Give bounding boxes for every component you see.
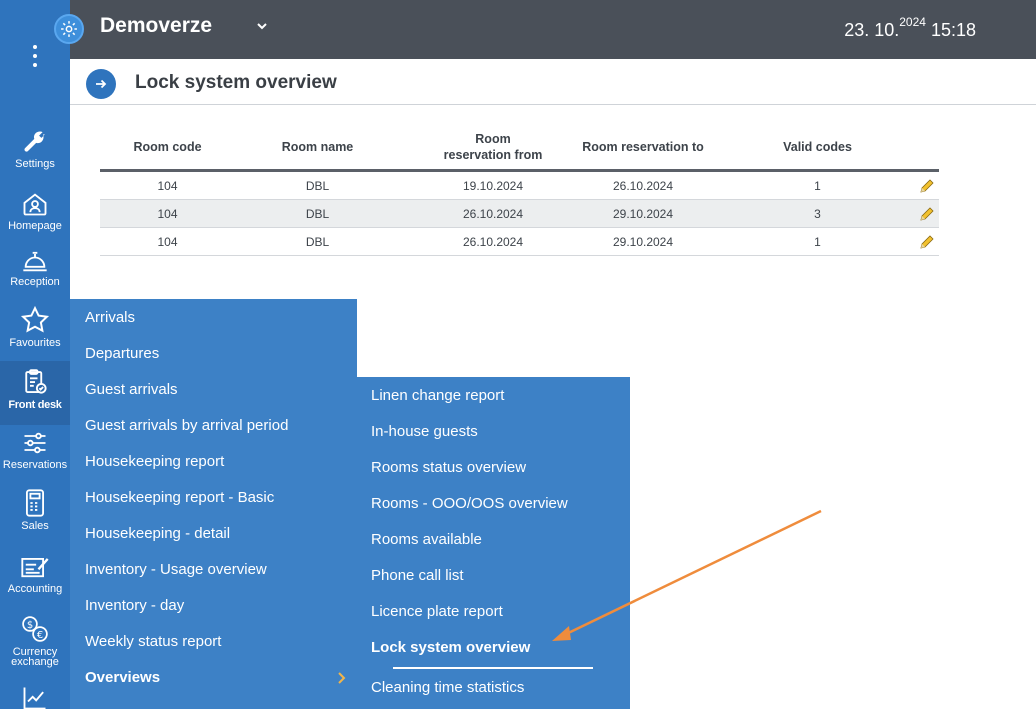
- svg-text:€: €: [37, 630, 43, 641]
- front-desk-menu: Arrivals Departures Guest arrivals Guest…: [70, 299, 357, 709]
- cell-room-name: DBL: [305, 206, 330, 221]
- menu-item-departures[interactable]: Departures: [85, 345, 159, 362]
- cell-to: 29.10.2024: [612, 206, 674, 221]
- table-row[interactable]: 104 DBL 19.10.2024 26.10.2024 1: [100, 172, 939, 200]
- sidebar: Settings Homepage Reception Favourites F…: [0, 0, 70, 709]
- cell-from: 26.10.2024: [462, 234, 524, 249]
- chart-icon: [23, 687, 46, 709]
- page-header: Lock system overview: [70, 59, 1036, 105]
- chevron-right-icon: [338, 672, 346, 684]
- menu-item-guest-arrivals[interactable]: Guest arrivals: [85, 381, 178, 398]
- table-row[interactable]: 104 DBL 26.10.2024 29.10.2024 1: [100, 228, 939, 256]
- sliders-icon: [24, 432, 46, 454]
- menu-item-rooms-status[interactable]: Rooms status overview: [371, 459, 526, 476]
- date-text: 23. 10.: [844, 20, 900, 40]
- cell-room-name: DBL: [305, 178, 330, 193]
- sidebar-item-label: Accounting: [7, 583, 63, 595]
- more-menu-icon[interactable]: [33, 45, 37, 72]
- column-header[interactable]: Room code: [100, 122, 235, 172]
- cell-valid-codes: 3: [814, 206, 821, 221]
- svg-text:$: $: [27, 620, 33, 631]
- bell-icon: [23, 251, 47, 272]
- pencil-icon[interactable]: [915, 200, 939, 227]
- arrow-right-icon[interactable]: [86, 69, 116, 99]
- sidebar-item-label: Reception: [10, 276, 60, 288]
- column-header[interactable]: Valid codes: [755, 122, 880, 172]
- sidebar-item-label: Front desk: [8, 399, 62, 411]
- star-icon: [20, 305, 50, 333]
- app-window: Settings Homepage Reception Favourites F…: [0, 0, 1036, 709]
- ledger-icon: [21, 558, 49, 578]
- app-title[interactable]: Demoverze: [100, 14, 212, 38]
- sidebar-item-homepage[interactable]: Homepage: [0, 190, 70, 232]
- settings-gear-icon[interactable]: [54, 14, 84, 44]
- cell-room-code: 104: [157, 178, 178, 193]
- active-underline: [393, 667, 593, 669]
- time-text: 15:18: [930, 20, 976, 40]
- sidebar-item-label: Settings: [15, 158, 55, 170]
- column-header[interactable]: Room reservation from: [418, 122, 568, 172]
- sidebar-item-reservations[interactable]: Reservations: [0, 429, 70, 471]
- menu-item-rooms-available[interactable]: Rooms available: [371, 531, 482, 548]
- menu-item-rooms-ooo[interactable]: Rooms - OOO/OOS overview: [371, 495, 568, 512]
- sidebar-item-statistics[interactable]: [0, 684, 70, 709]
- chevron-down-icon[interactable]: [256, 20, 268, 32]
- page-title: Lock system overview: [135, 72, 337, 93]
- lock-system-table: Room code Room name Room reservation fro…: [100, 122, 939, 256]
- sidebar-item-label: Homepage: [8, 220, 62, 232]
- menu-item-housekeeping-basic[interactable]: Housekeeping report - Basic: [85, 489, 274, 506]
- table-row[interactable]: 104 DBL 26.10.2024 29.10.2024 3: [100, 200, 939, 228]
- menu-item-phone-call-list[interactable]: Phone call list: [371, 567, 464, 584]
- cell-room-code: 104: [157, 206, 178, 221]
- register-icon: [26, 489, 44, 517]
- cell-valid-codes: 1: [814, 234, 821, 249]
- pencil-icon[interactable]: [915, 172, 939, 199]
- home-icon: [23, 193, 47, 216]
- sidebar-item-reception[interactable]: Reception: [0, 248, 70, 288]
- menu-item-inventory-day[interactable]: Inventory - day: [85, 597, 184, 614]
- cell-valid-codes: 1: [814, 178, 821, 193]
- menu-item-housekeeping-report[interactable]: Housekeeping report: [85, 453, 224, 470]
- sidebar-item-front-desk[interactable]: Front desk: [0, 361, 70, 425]
- menu-item-overviews[interactable]: Overviews: [85, 669, 160, 686]
- menu-item-housekeeping-detail[interactable]: Housekeeping - detail: [85, 525, 230, 542]
- cell-to: 26.10.2024: [612, 178, 674, 193]
- sidebar-item-label: Reservations: [2, 459, 68, 471]
- year-text: 2024: [899, 15, 926, 29]
- menu-item-guest-arrivals-period[interactable]: Guest arrivals by arrival period: [85, 417, 288, 434]
- pencil-icon[interactable]: [915, 228, 939, 255]
- menu-item-licence-plate[interactable]: Licence plate report: [371, 603, 503, 620]
- sidebar-item-settings[interactable]: Settings: [0, 128, 70, 170]
- sidebar-item-label: Sales: [21, 520, 49, 532]
- currency-icon: $€: [22, 616, 48, 642]
- menu-item-inventory-usage[interactable]: Inventory - Usage overview: [85, 561, 267, 578]
- clipboard-icon: [25, 369, 47, 394]
- overviews-submenu: Linen change report In-house guests Room…: [357, 377, 630, 709]
- menu-item-cleaning-time[interactable]: Cleaning time statistics: [371, 679, 524, 696]
- table-header: Room code Room name Room reservation fro…: [100, 122, 939, 172]
- menu-item-in-house-guests[interactable]: In-house guests: [371, 423, 478, 440]
- datetime: 23. 10.2024 15:18: [844, 15, 976, 41]
- wrench-icon: [24, 131, 45, 152]
- cell-to: 29.10.2024: [612, 234, 674, 249]
- sidebar-item-label: Currency exchange: [11, 646, 59, 668]
- cell-room-code: 104: [157, 234, 178, 249]
- column-header[interactable]: Room reservation to: [568, 122, 718, 172]
- menu-item-lock-system[interactable]: Lock system overview: [371, 639, 530, 656]
- menu-item-linen-change[interactable]: Linen change report: [371, 387, 504, 404]
- sidebar-item-sales[interactable]: Sales: [0, 488, 70, 532]
- menu-item-arrivals[interactable]: Arrivals: [85, 309, 135, 326]
- column-header[interactable]: Room name: [250, 122, 385, 172]
- menu-item-weekly-status[interactable]: Weekly status report: [85, 633, 221, 650]
- cell-from: 26.10.2024: [462, 206, 524, 221]
- sidebar-item-currency-exchange[interactable]: $ € Currency exchange: [0, 614, 70, 668]
- sidebar-item-favourites[interactable]: Favourites: [0, 305, 70, 349]
- cell-from: 19.10.2024: [462, 178, 524, 193]
- sidebar-item-label: Favourites: [9, 337, 61, 349]
- sidebar-item-accounting[interactable]: Accounting: [0, 553, 70, 595]
- cell-room-name: DBL: [305, 234, 330, 249]
